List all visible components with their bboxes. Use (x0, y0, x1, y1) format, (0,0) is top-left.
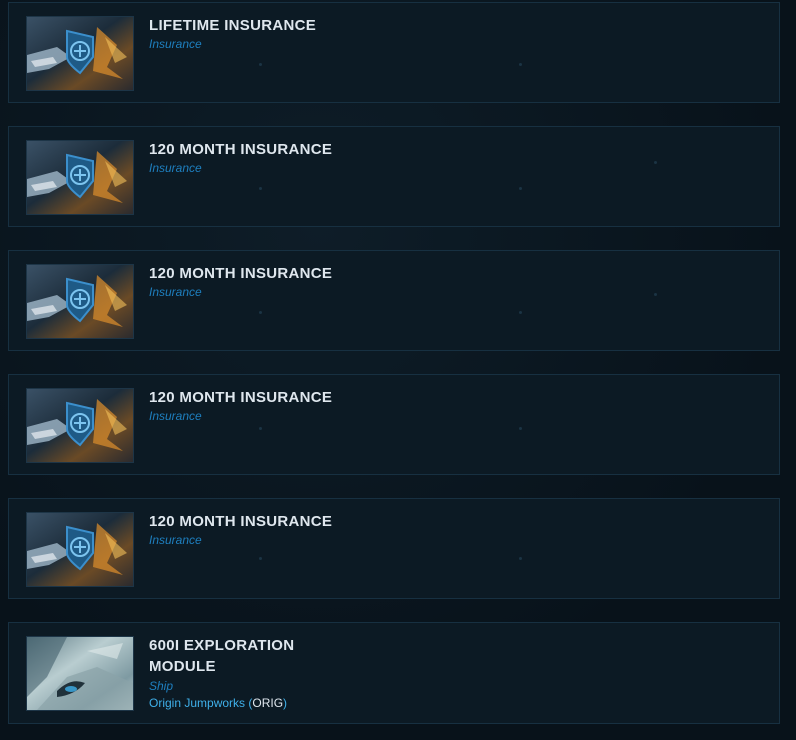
item-title: LIFETIME INSURANCE (149, 17, 317, 34)
manufacturer-paren-close: ) (283, 696, 288, 710)
item-title: 120 MONTH INSURANCE (149, 141, 333, 158)
list-item: 120 MONTH INSURANCE Insurance (8, 126, 780, 227)
insurance-thumbnail (26, 388, 134, 463)
item-type: Insurance (149, 409, 202, 423)
list-item: 600I EXPLORATION MODULE Ship Origin Jump… (8, 622, 780, 724)
item-title: 120 MONTH INSURANCE (149, 265, 333, 282)
item-title-line1: 600I EXPLORATION (149, 637, 295, 654)
list-item: 120 MONTH INSURANCE Insurance (8, 250, 780, 351)
insurance-thumbnail (26, 512, 134, 587)
pledge-items-list: LIFETIME INSURANCE Insurance 120 MONTH I… (0, 0, 796, 740)
item-type: Insurance (149, 533, 202, 547)
manufacturer: Origin Jumpworks (ORIG) (149, 696, 287, 710)
list-item: 120 MONTH INSURANCE Insurance (8, 374, 780, 475)
item-title-line2: MODULE (149, 658, 216, 675)
item-title: 120 MONTH INSURANCE (149, 513, 333, 530)
list-item: 120 MONTH INSURANCE Insurance (8, 498, 780, 599)
item-type: Insurance (149, 161, 202, 175)
ship-thumbnail (26, 636, 134, 711)
item-type: Insurance (149, 285, 202, 299)
insurance-thumbnail (26, 140, 134, 215)
manufacturer-code: ORIG (252, 696, 284, 710)
insurance-thumbnail (26, 16, 134, 91)
manufacturer-name: Origin Jumpworks (149, 696, 246, 710)
item-type: Insurance (149, 37, 202, 51)
list-item: LIFETIME INSURANCE Insurance (8, 2, 780, 103)
item-type: Ship (149, 679, 174, 693)
item-title: 600I EXPLORATION MODULE (149, 635, 294, 677)
insurance-thumbnail (26, 264, 134, 339)
item-title: 120 MONTH INSURANCE (149, 389, 333, 406)
